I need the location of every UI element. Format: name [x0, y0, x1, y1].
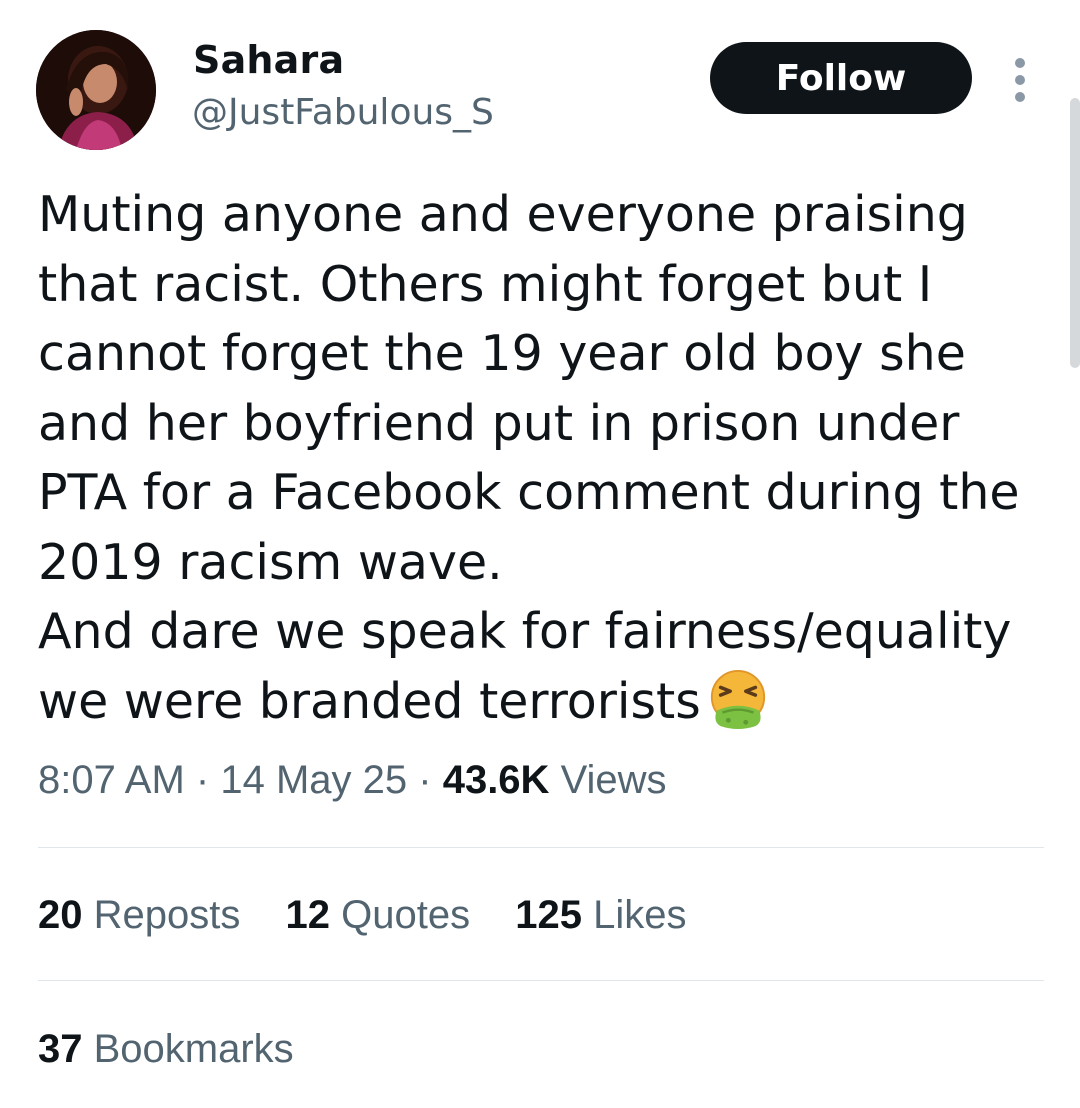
bookmarks-stat[interactable]: 37 Bookmarks — [38, 1027, 294, 1072]
bookmarks-label: Bookmarks — [93, 1027, 294, 1071]
quotes-count: 12 — [285, 893, 331, 937]
profile-photo — [36, 30, 156, 150]
tweet-time[interactable]: 8:07 AM — [38, 758, 185, 802]
more-dot — [1015, 92, 1025, 102]
tweet-text-content: Muting anyone and everyone praising that… — [38, 186, 1020, 730]
follow-button[interactable]: Follow — [710, 42, 972, 114]
tweet-date[interactable]: 14 May 25 — [220, 758, 407, 802]
likes-stat[interactable]: 125 Likes — [515, 893, 686, 937]
divider — [38, 980, 1044, 981]
views-label: Views — [560, 758, 667, 802]
author-handle[interactable]: @JustFabulous_S — [192, 92, 494, 133]
likes-label: Likes — [593, 893, 687, 937]
likes-count: 125 — [515, 893, 582, 937]
views-count: 43.6K — [442, 758, 550, 802]
reposts-stat[interactable]: 20 Reposts — [38, 893, 240, 937]
author-name[interactable]: Sahara — [193, 38, 344, 82]
engagement-stats: 20 Reposts 12 Quotes 125 Likes — [38, 893, 720, 938]
more-vertical-icon[interactable] — [1008, 58, 1032, 102]
meta-separator: · — [195, 758, 210, 802]
divider — [38, 847, 1044, 848]
scrollbar[interactable] — [1070, 98, 1080, 368]
quotes-stat[interactable]: 12 Quotes — [286, 893, 471, 937]
reposts-label: Reposts — [93, 893, 241, 937]
avatar[interactable] — [36, 30, 156, 150]
face-vomiting-emoji — [710, 669, 765, 729]
more-dot — [1015, 75, 1025, 85]
tweet-text: Muting anyone and everyone praising that… — [38, 180, 1048, 736]
meta-separator: · — [418, 758, 432, 802]
quotes-label: Quotes — [341, 893, 471, 937]
more-dot — [1015, 58, 1025, 68]
bookmarks-count: 37 — [38, 1027, 83, 1071]
reposts-count: 20 — [38, 893, 83, 937]
tweet-meta: 8:07 AM · 14 May 25 · 43.6K Views — [38, 758, 667, 803]
